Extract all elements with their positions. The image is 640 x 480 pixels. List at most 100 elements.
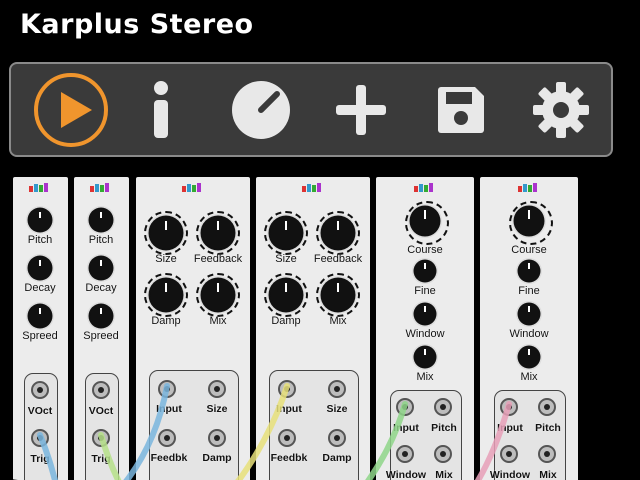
decay-label: Decay — [85, 282, 117, 294]
window-jack-label: Window — [385, 469, 427, 480]
damp-jack-label: Damp — [202, 452, 232, 464]
course-knob[interactable] — [515, 207, 543, 235]
karplus-module: Pitch Decay Spreed VOct Trig — [13, 177, 68, 480]
mix-label: Mix — [416, 371, 434, 383]
gear-icon — [533, 81, 589, 138]
spreed-label: Spreed — [22, 330, 58, 342]
feedbk-jack[interactable] — [158, 429, 176, 447]
window-label: Window — [405, 328, 445, 340]
pitch-knob[interactable] — [29, 209, 51, 231]
pitch-shifter-module: Course Fine Window Mix Input Pitch Windo… — [480, 177, 578, 480]
trig-jack[interactable] — [92, 429, 110, 447]
knob-button[interactable] — [221, 64, 301, 155]
damp-label: Damp — [271, 315, 301, 327]
mix-jack[interactable] — [538, 445, 556, 463]
trig-label: Trig — [30, 453, 50, 465]
voct-label: VOct — [88, 405, 114, 417]
window-label: Window — [509, 328, 549, 340]
damp-jack-label: Damp — [322, 452, 352, 464]
brand-logo — [29, 183, 48, 192]
trig-label: Trig — [91, 453, 111, 465]
voct-jack[interactable] — [31, 381, 49, 399]
module-rack[interactable]: Pitch Decay Spreed VOct Trig Pitch Decay… — [0, 174, 640, 480]
size-jack[interactable] — [208, 380, 226, 398]
mix-jack-label: Mix — [539, 469, 557, 480]
input-jack[interactable] — [278, 380, 296, 398]
info-icon — [154, 80, 168, 138]
window-jack-label: Window — [489, 469, 531, 480]
course-label: Course — [511, 244, 547, 256]
feedback-knob[interactable] — [322, 217, 354, 249]
feedback-label: Feedback — [313, 253, 363, 265]
fine-label: Fine — [414, 285, 436, 297]
mix-label: Mix — [329, 315, 347, 327]
window-title: Karplus Stereo — [20, 9, 254, 40]
input-jack[interactable] — [500, 398, 518, 416]
app-window: Karplus Stereo Pitch Decay Spreed VOct T… — [0, 0, 640, 480]
window-knob[interactable] — [415, 304, 435, 324]
input-jack[interactable] — [396, 398, 414, 416]
damp-knob[interactable] — [270, 279, 302, 311]
window-jack[interactable] — [396, 445, 414, 463]
size-label: Size — [155, 253, 177, 265]
input-label: Input — [156, 403, 182, 415]
size-knob[interactable] — [270, 217, 302, 249]
mix-label: Mix — [209, 315, 227, 327]
input-label: Input — [393, 422, 419, 434]
size-jack-label: Size — [206, 403, 228, 415]
brand-logo — [90, 183, 109, 192]
knob-icon — [232, 80, 290, 139]
pitch-label: Pitch — [88, 234, 114, 246]
size-jack[interactable] — [328, 380, 346, 398]
course-label: Course — [407, 244, 443, 256]
spreed-knob[interactable] — [29, 305, 51, 327]
input-label: Input — [497, 422, 523, 434]
fine-knob[interactable] — [519, 261, 539, 281]
pitch-jack-label: Pitch — [431, 422, 457, 434]
mix-knob[interactable] — [415, 347, 435, 367]
mix-jack[interactable] — [434, 445, 452, 463]
fine-knob[interactable] — [415, 261, 435, 281]
brand-logo — [414, 183, 433, 192]
window-jack[interactable] — [500, 445, 518, 463]
play-button[interactable] — [31, 64, 111, 155]
brand-logo — [182, 183, 201, 192]
pitch-label: Pitch — [27, 234, 53, 246]
damp-label: Damp — [151, 315, 181, 327]
mix-knob[interactable] — [322, 279, 354, 311]
reverb-module: Size Feedback Damp Mix Input Size Feedbk… — [136, 177, 250, 480]
voct-jack[interactable] — [92, 381, 110, 399]
decay-knob[interactable] — [29, 257, 51, 279]
add-module-button[interactable] — [321, 64, 401, 155]
size-jack-label: Size — [326, 403, 348, 415]
course-knob[interactable] — [411, 207, 439, 235]
play-icon — [34, 72, 108, 147]
mix-jack-label: Mix — [435, 469, 453, 480]
pitch-jack[interactable] — [538, 398, 556, 416]
save-button[interactable] — [421, 64, 501, 155]
pitch-jack-label: Pitch — [535, 422, 561, 434]
window-knob[interactable] — [519, 304, 539, 324]
brand-logo — [302, 183, 321, 192]
input-label: Input — [276, 403, 302, 415]
input-jack[interactable] — [158, 380, 176, 398]
mix-knob[interactable] — [202, 279, 234, 311]
mix-knob[interactable] — [519, 347, 539, 367]
info-button[interactable] — [121, 64, 201, 155]
decay-knob[interactable] — [90, 257, 112, 279]
feedback-label: Feedback — [193, 253, 243, 265]
pitch-jack[interactable] — [434, 398, 452, 416]
trig-jack[interactable] — [31, 429, 49, 447]
damp-knob[interactable] — [150, 279, 182, 311]
pitch-shifter-module: Course Fine Window Mix Input Pitch Windo… — [376, 177, 474, 480]
feedbk-jack[interactable] — [278, 429, 296, 447]
spreed-knob[interactable] — [90, 305, 112, 327]
damp-jack[interactable] — [208, 429, 226, 447]
settings-button[interactable] — [521, 64, 601, 155]
decay-label: Decay — [24, 282, 56, 294]
size-knob[interactable] — [150, 217, 182, 249]
damp-jack[interactable] — [328, 429, 346, 447]
feedbk-label: Feedbk — [150, 452, 188, 464]
feedback-knob[interactable] — [202, 217, 234, 249]
pitch-knob[interactable] — [90, 209, 112, 231]
